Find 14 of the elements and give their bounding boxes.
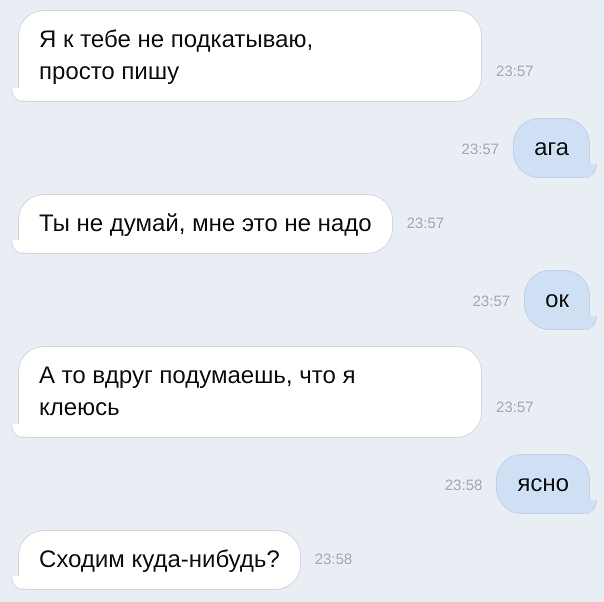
message-time: 23:57 bbox=[496, 399, 534, 418]
message-bubble: ясно bbox=[496, 454, 597, 514]
message-bubble: Ты не думай, мне это не надо bbox=[11, 194, 393, 254]
message-bubble: Я к тебе не подкатываю, просто пишу bbox=[11, 10, 482, 102]
message-bubble: Сходим куда-нибудь? bbox=[11, 530, 301, 590]
message-bubble: ага bbox=[513, 118, 597, 178]
message-bubble: ок bbox=[524, 270, 597, 330]
message-time: 23:57 bbox=[462, 141, 500, 160]
message-time: 23:57 bbox=[472, 293, 510, 312]
message-time: 23:57 bbox=[406, 215, 444, 234]
message-time: 23:58 bbox=[314, 551, 352, 570]
message-time: 23:58 bbox=[444, 477, 482, 496]
message-bubble: А то вдруг подумаешь, что я клеюсь bbox=[11, 346, 482, 438]
message-time: 23:57 bbox=[496, 63, 534, 82]
